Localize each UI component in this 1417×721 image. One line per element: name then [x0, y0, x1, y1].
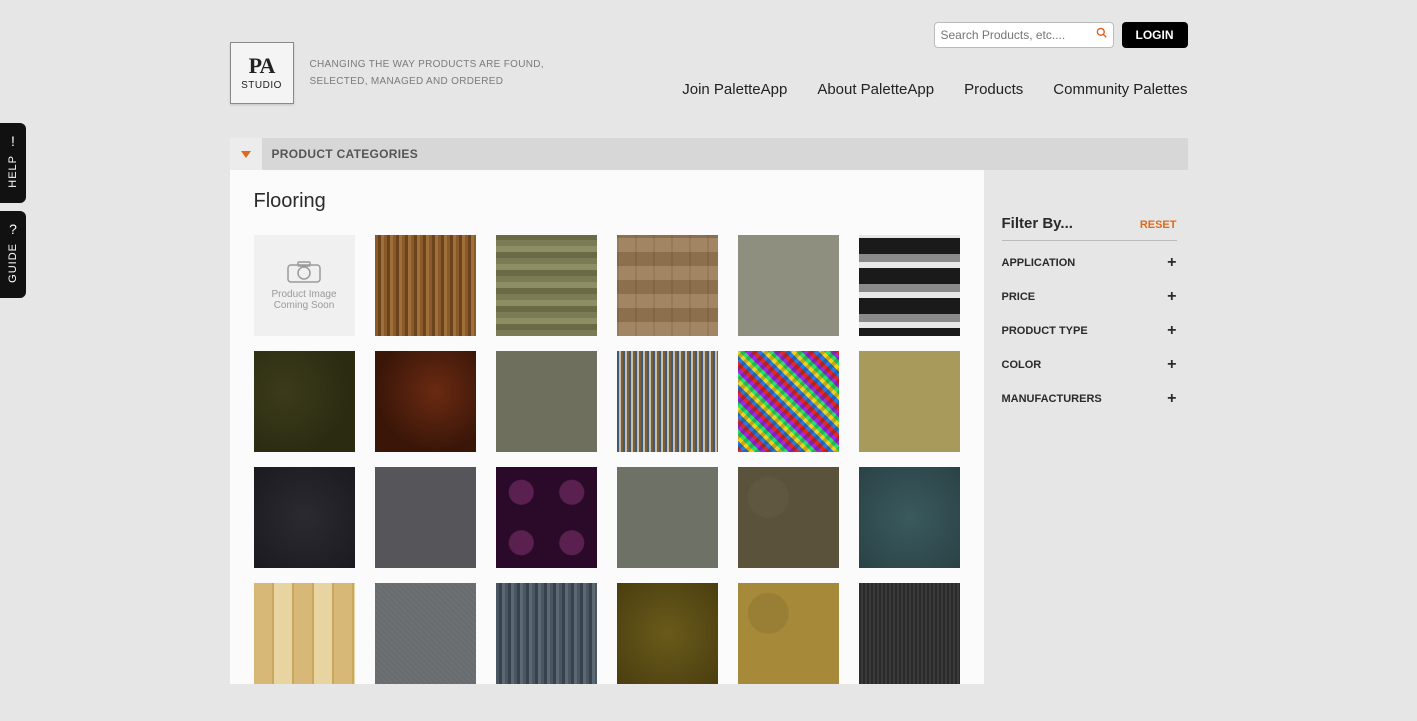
question-icon: ?: [5, 221, 21, 237]
plus-icon: +: [1167, 289, 1176, 305]
product-tile[interactable]: [859, 235, 960, 336]
logo[interactable]: PA STUDIO: [230, 42, 294, 104]
nav-community[interactable]: Community Palettes: [1053, 81, 1187, 98]
product-tile[interactable]: [496, 235, 597, 336]
topbar: LOGIN: [934, 22, 1188, 48]
search-icon[interactable]: [1096, 27, 1107, 43]
camera-icon: [287, 261, 321, 283]
login-button[interactable]: LOGIN: [1122, 22, 1188, 48]
tagline-line1: CHANGING THE WAY PRODUCTS ARE FOUND,: [310, 56, 544, 73]
plus-icon: +: [1167, 357, 1176, 373]
product-tile[interactable]: [375, 235, 476, 336]
product-tile[interactable]: [617, 583, 718, 684]
product-tile[interactable]: [617, 467, 718, 568]
guide-tab-label: GUIDE: [7, 243, 19, 283]
product-tile[interactable]: [738, 583, 839, 684]
product-tile[interactable]: [496, 351, 597, 452]
product-tile[interactable]: [375, 467, 476, 568]
filter-label: APPLICATION: [1002, 257, 1076, 269]
nav-about[interactable]: About PaletteApp: [817, 81, 934, 98]
product-tile[interactable]: [254, 583, 355, 684]
product-tile[interactable]: [375, 351, 476, 452]
category-bar[interactable]: PRODUCT CATEGORIES: [230, 138, 1188, 170]
category-trigger[interactable]: [230, 138, 262, 170]
product-tile[interactable]: [254, 467, 355, 568]
filter-label: PRICE: [1002, 291, 1036, 303]
product-tile[interactable]: [617, 235, 718, 336]
logo-sub: STUDIO: [241, 81, 282, 91]
filter-header: Filter By... RESET: [1002, 215, 1177, 241]
plus-icon: +: [1167, 391, 1176, 407]
plus-icon: +: [1167, 323, 1176, 339]
help-tab[interactable]: ! HELP: [0, 123, 26, 203]
product-tile[interactable]: [496, 467, 597, 568]
placeholder-line1: Product Image: [271, 289, 336, 300]
filter-label: PRODUCT TYPE: [1002, 325, 1088, 337]
product-tile[interactable]: [617, 351, 718, 452]
product-tile[interactable]: [738, 235, 839, 336]
filter-label: COLOR: [1002, 359, 1042, 371]
plus-icon: +: [1167, 255, 1176, 271]
help-tab-label: HELP: [7, 155, 19, 188]
product-tile[interactable]: [496, 583, 597, 684]
filter-manufacturers[interactable]: MANUFACTURERS +: [1002, 381, 1177, 415]
filter-application[interactable]: APPLICATION +: [1002, 245, 1177, 279]
placeholder-line2: Coming Soon: [274, 300, 335, 311]
main-nav: Join PaletteApp About PaletteApp Product…: [682, 81, 1187, 104]
logo-main: PA: [249, 55, 275, 77]
filter-price[interactable]: PRICE +: [1002, 279, 1177, 313]
page-title: Flooring: [254, 190, 960, 213]
product-tile[interactable]: [375, 583, 476, 684]
product-tile[interactable]: [859, 583, 960, 684]
search-field[interactable]: [934, 22, 1114, 48]
tagline: CHANGING THE WAY PRODUCTS ARE FOUND, SEL…: [310, 56, 544, 90]
product-tile[interactable]: [738, 351, 839, 452]
filter-reset[interactable]: RESET: [1140, 219, 1177, 231]
exclamation-icon: !: [5, 133, 21, 149]
product-tile[interactable]: [738, 467, 839, 568]
content-main: Flooring Product Image Coming Soon: [230, 170, 984, 684]
search-input[interactable]: [941, 28, 1096, 42]
nav-products[interactable]: Products: [964, 81, 1023, 98]
product-tile[interactable]: [859, 351, 960, 452]
nav-join[interactable]: Join PaletteApp: [682, 81, 787, 98]
product-grid: Product Image Coming Soon: [254, 235, 960, 684]
filter-color[interactable]: COLOR +: [1002, 347, 1177, 381]
product-tile[interactable]: [859, 467, 960, 568]
filter-sidebar: Filter By... RESET APPLICATION + PRICE +…: [984, 170, 1188, 684]
product-tile-placeholder[interactable]: Product Image Coming Soon: [254, 235, 355, 336]
product-tile[interactable]: [254, 351, 355, 452]
tagline-line2: SELECTED, MANAGED AND ORDERED: [310, 73, 544, 90]
header: PA STUDIO CHANGING THE WAY PRODUCTS ARE …: [230, 0, 1188, 104]
content: Flooring Product Image Coming Soon: [230, 170, 1188, 684]
filter-label: MANUFACTURERS: [1002, 393, 1102, 405]
guide-tab[interactable]: ? GUIDE: [0, 211, 26, 298]
category-bar-label: PRODUCT CATEGORIES: [272, 138, 419, 170]
filter-title: Filter By...: [1002, 215, 1073, 232]
filter-product-type[interactable]: PRODUCT TYPE +: [1002, 313, 1177, 347]
